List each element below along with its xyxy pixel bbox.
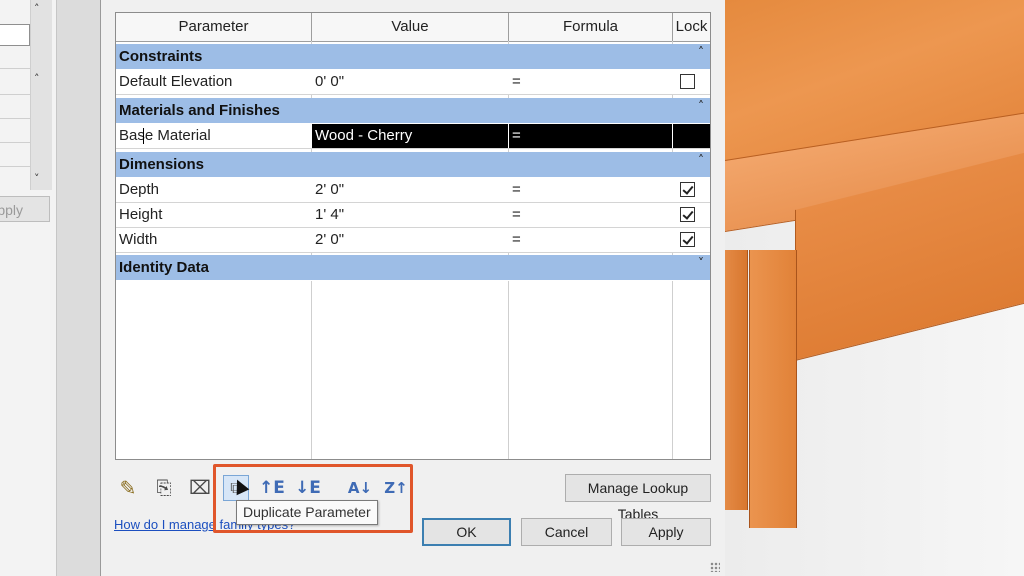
- properties-panel: ˄ ˄ ˅ pply: [0, 0, 57, 576]
- table-row[interactable]: Height 1' 4" =: [116, 203, 710, 228]
- parameter-value[interactable]: 0' 0": [312, 70, 508, 94]
- group-label: Identity Data: [119, 259, 210, 276]
- parameter-formula[interactable]: =: [509, 124, 672, 148]
- parameter-name: Height: [119, 206, 163, 223]
- column-header-value[interactable]: Value: [312, 13, 509, 41]
- parameter-value[interactable]: 1' 4": [312, 203, 508, 227]
- column-header-lock[interactable]: Lock: [673, 13, 710, 41]
- grid-header: Parameter Value Formula Lock: [116, 13, 710, 42]
- text-cursor: [143, 128, 144, 144]
- parameter-formula[interactable]: =: [509, 70, 672, 94]
- divider: [0, 166, 30, 167]
- parameter-value[interactable]: 2' 0": [312, 178, 508, 202]
- lock-checkbox[interactable]: [680, 182, 695, 197]
- table-row[interactable]: Depth 2' 0" =: [116, 178, 710, 203]
- divider: [0, 68, 30, 69]
- apply-button[interactable]: Apply: [621, 518, 711, 546]
- table-leg: [749, 250, 797, 528]
- column-header-parameter[interactable]: Parameter: [116, 13, 312, 41]
- lock-checkbox[interactable]: [680, 232, 695, 247]
- group-dimensions[interactable]: Dimensions ˄: [116, 152, 710, 178]
- group-identity-data[interactable]: Identity Data ˅: [116, 255, 710, 281]
- collapse-icon[interactable]: ˄: [698, 45, 704, 59]
- group-materials-and-finishes[interactable]: Materials and Finishes ˄: [116, 98, 710, 124]
- parameter-value[interactable]: Wood - Cherry: [312, 124, 508, 148]
- chevron-down-icon[interactable]: ˅: [34, 172, 40, 185]
- parameter-formula[interactable]: =: [509, 178, 672, 202]
- cancel-button[interactable]: Cancel: [521, 518, 612, 546]
- group-constraints[interactable]: Constraints ˄: [116, 44, 710, 70]
- column-header-formula[interactable]: Formula: [509, 13, 673, 41]
- resize-grip-icon[interactable]: [710, 562, 720, 572]
- parameter-name: Default Elevation: [119, 73, 233, 90]
- collapse-icon[interactable]: ˄: [34, 72, 40, 85]
- new-parameter-icon[interactable]: ⎘: [151, 475, 177, 501]
- table-row[interactable]: Default Elevation 0' 0" =: [116, 70, 710, 95]
- group-label: Dimensions: [119, 156, 205, 173]
- ok-button[interactable]: OK: [422, 518, 511, 546]
- table-row-selected[interactable]: Base Material Wood - Cherry =: [116, 124, 710, 149]
- table-row[interactable]: Width 2' 0" =: [116, 228, 710, 253]
- parameter-name: Base Material: [119, 127, 211, 144]
- divider: [0, 142, 30, 143]
- collapse-icon[interactable]: ˄: [698, 99, 704, 113]
- collapse-icon[interactable]: ˄: [34, 2, 40, 15]
- parameter-name: Depth: [119, 181, 160, 198]
- pencil-icon[interactable]: ✎: [115, 475, 141, 501]
- collapse-icon[interactable]: ˄: [698, 153, 704, 167]
- property-field[interactable]: [0, 24, 30, 46]
- scrollbar[interactable]: [30, 0, 52, 190]
- parameter-formula[interactable]: =: [509, 203, 672, 227]
- parameter-value[interactable]: 2' 0": [312, 228, 508, 252]
- lock-cell: [673, 124, 710, 148]
- parameter-name: Width: [119, 231, 158, 248]
- divider: [0, 118, 30, 119]
- parameters-grid: Parameter Value Formula Lock Constraints…: [115, 12, 711, 460]
- divider: [0, 94, 30, 95]
- expand-icon[interactable]: ˅: [698, 256, 704, 270]
- family-types-dialog: Parameter Value Formula Lock Constraints…: [100, 0, 726, 576]
- 3d-viewport[interactable]: [725, 0, 1024, 576]
- group-label: Constraints: [119, 48, 203, 65]
- parameter-formula[interactable]: =: [509, 228, 672, 252]
- lock-checkbox[interactable]: [680, 74, 695, 89]
- apply-button[interactable]: pply: [0, 196, 50, 222]
- delete-parameter-icon[interactable]: ⌧: [187, 475, 213, 501]
- lock-checkbox[interactable]: [680, 207, 695, 222]
- table-leg: [725, 250, 748, 510]
- group-label: Materials and Finishes: [119, 102, 280, 119]
- manage-lookup-tables-button[interactable]: Manage Lookup Tables: [565, 474, 711, 522]
- tooltip: Duplicate Parameter: [236, 500, 378, 525]
